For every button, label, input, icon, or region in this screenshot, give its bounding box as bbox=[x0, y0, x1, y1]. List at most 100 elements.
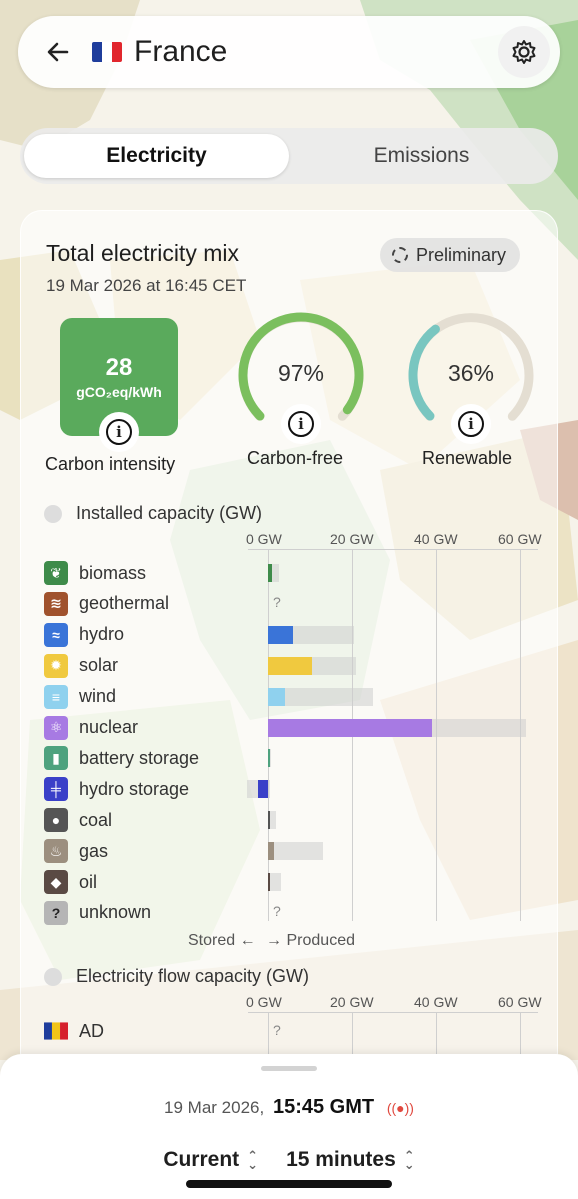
stored-produced-legend: Stored ← → Produced bbox=[188, 932, 355, 950]
unknown-marker: ? bbox=[273, 1022, 281, 1038]
radio-icon bbox=[44, 504, 62, 523]
atom-icon: ⚛ bbox=[44, 715, 68, 740]
preliminary-badge[interactable]: Preliminary bbox=[380, 238, 521, 272]
updown-chevron-icon: ⌃ ⌄ bbox=[403, 1148, 415, 1172]
water-waves-icon: ≈ bbox=[44, 622, 68, 647]
capacity-row[interactable]: ≋ geothermal bbox=[44, 591, 169, 617]
flow-row-ad: AD bbox=[44, 1018, 104, 1044]
capacity-row-label: battery storage bbox=[79, 747, 200, 768]
country-header: France bbox=[18, 16, 560, 88]
current-timestamp: 19 Mar 2026, 15:45 GMT ((●)) bbox=[0, 1096, 578, 1119]
radio-icon bbox=[44, 967, 62, 986]
view-tabs: Electricity Emissions bbox=[20, 128, 558, 184]
capacity-row[interactable]: ♨ gas bbox=[44, 838, 108, 864]
capacity-row[interactable]: ╪ hydro storage bbox=[44, 776, 189, 802]
coal-icon: ● bbox=[44, 808, 68, 833]
capacity-row-label: nuclear bbox=[79, 717, 139, 737]
back-button[interactable] bbox=[32, 26, 84, 78]
info-icon: i bbox=[458, 411, 484, 437]
carbon-intensity-unit: gCO₂eq/kWh bbox=[76, 384, 162, 400]
production-bar bbox=[268, 656, 313, 675]
carbon-free-label: Carbon-free bbox=[247, 448, 344, 468]
carbon-intensity-info-button[interactable]: i bbox=[99, 412, 139, 452]
capacity-row[interactable]: ✹ solar bbox=[44, 653, 118, 679]
wind-icon: ≡ bbox=[44, 684, 68, 709]
preliminary-label: Preliminary bbox=[416, 244, 507, 265]
axis-tick-label: 60 GW bbox=[498, 994, 542, 1010]
flame-icon: ♨ bbox=[44, 839, 68, 864]
capacity-row-label: oil bbox=[79, 871, 98, 892]
capacity-bar bbox=[268, 842, 323, 861]
axis-tick-label: 0 GW bbox=[246, 531, 282, 547]
home-indicator bbox=[186, 1180, 392, 1188]
capacity-row[interactable]: ⚛ nuclear bbox=[44, 715, 138, 741]
renewable-label: Renewable bbox=[422, 448, 513, 468]
granularity-value: 15 minutes bbox=[286, 1148, 396, 1171]
storage-bar bbox=[257, 780, 268, 799]
production-bar bbox=[268, 842, 275, 861]
live-broadcast-icon: ((●)) bbox=[386, 1100, 414, 1116]
settings-button[interactable] bbox=[498, 26, 550, 78]
period-select[interactable]: Current ⌃ ⌄ bbox=[163, 1148, 258, 1172]
capacity-row[interactable]: ❦ biomass bbox=[44, 560, 146, 586]
info-icon: i bbox=[288, 411, 314, 437]
carbon-intensity-value: 28 bbox=[105, 354, 133, 381]
mix-date: 19 Mar 2026 at 16:45 CET bbox=[46, 276, 247, 295]
capacity-row-label: unknown bbox=[79, 902, 152, 923]
timestamp-date: 19 Mar 2026, bbox=[164, 1098, 265, 1117]
country-name: France bbox=[134, 35, 228, 68]
production-bar bbox=[268, 749, 271, 768]
carbon-intensity-label: Carbon intensity bbox=[45, 454, 176, 474]
stored-label: Stored ← bbox=[188, 932, 256, 949]
flow-capacity-toggle[interactable]: Electricity flow capacity (GW) bbox=[44, 966, 309, 987]
carbon-free-info-button[interactable]: i bbox=[281, 404, 321, 444]
sheet-drag-handle[interactable] bbox=[261, 1066, 317, 1071]
capacity-row-label: biomass bbox=[79, 562, 147, 583]
capacity-row[interactable]: ≈ hydro bbox=[44, 622, 124, 648]
time-selectors: Current ⌃ ⌄ 15 minutes ⌃ ⌄ bbox=[0, 1148, 578, 1172]
capacity-row-label: gas bbox=[79, 840, 109, 861]
installed-capacity-toggle[interactable]: Installed capacity (GW) bbox=[44, 503, 262, 524]
sun-icon: ✹ bbox=[44, 653, 68, 678]
axis-tick-label: 0 GW bbox=[246, 994, 282, 1010]
flow-capacity-title: Electricity flow capacity (GW) bbox=[76, 966, 310, 986]
leaf-icon: ❦ bbox=[44, 561, 68, 585]
arrow-left-icon bbox=[47, 42, 69, 62]
flow-row-label: AD bbox=[79, 1020, 105, 1041]
granularity-select[interactable]: 15 minutes ⌃ ⌄ bbox=[286, 1148, 415, 1172]
heat-waves-icon: ≋ bbox=[44, 591, 68, 616]
renewable-info-button[interactable]: i bbox=[451, 404, 491, 444]
axis-tick-label: 20 GW bbox=[330, 994, 374, 1010]
capacity-row[interactable]: ▮ battery storage bbox=[44, 745, 199, 771]
timestamp-time: 15:45 GMT bbox=[272, 1096, 375, 1118]
tab-electricity[interactable]: Electricity bbox=[24, 134, 289, 178]
production-bar bbox=[268, 564, 273, 582]
capacity-row-label: hydro bbox=[79, 624, 125, 645]
capacity-row[interactable]: ◆ oil bbox=[44, 869, 97, 895]
question-icon: ? bbox=[44, 900, 68, 925]
production-bar bbox=[268, 873, 270, 891]
capacity-row[interactable]: ● coal bbox=[44, 807, 112, 833]
capacity-row[interactable]: ≡ wind bbox=[44, 684, 116, 710]
axis-baseline bbox=[248, 549, 538, 550]
dam-icon: ╪ bbox=[44, 777, 68, 802]
period-value: Current bbox=[163, 1148, 240, 1171]
axis-baseline bbox=[248, 1012, 538, 1013]
capacity-row-label: solar bbox=[79, 655, 119, 676]
capacity-row[interactable]: ? unknown bbox=[44, 900, 151, 926]
unknown-marker: ? bbox=[273, 902, 281, 919]
france-flag-icon bbox=[92, 42, 122, 62]
carbon-free-value: 97% bbox=[277, 360, 325, 386]
production-bar bbox=[268, 811, 270, 830]
unknown-marker: ? bbox=[273, 593, 281, 610]
renewable-value: 36% bbox=[447, 360, 495, 386]
axis-tick-label: 40 GW bbox=[414, 531, 458, 547]
production-bar bbox=[268, 625, 294, 644]
capacity-row-label: geothermal bbox=[79, 593, 170, 614]
gear-icon bbox=[512, 40, 536, 64]
time-controller-sheet: 19 Mar 2026, 15:45 GMT ((●)) Current ⌃ ⌄ … bbox=[0, 1054, 578, 1199]
mix-title: Total electricity mix bbox=[46, 240, 239, 266]
produced-label: → Produced bbox=[266, 932, 355, 949]
info-icon: i bbox=[106, 419, 132, 445]
tab-emissions[interactable]: Emissions bbox=[289, 134, 554, 178]
